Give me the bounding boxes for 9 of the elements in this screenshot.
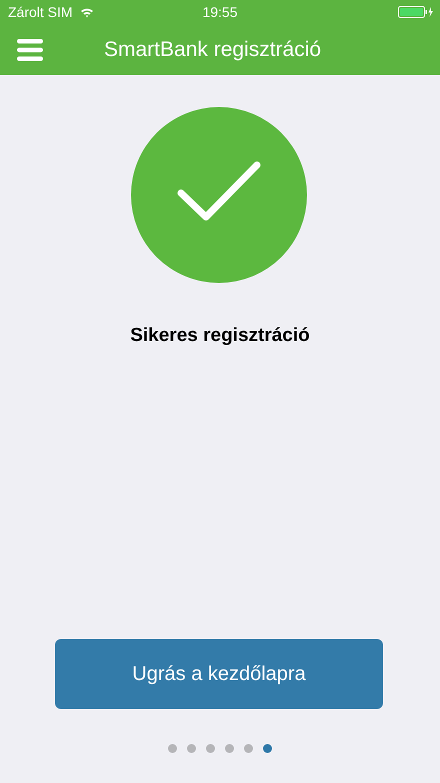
battery-icon	[398, 6, 434, 18]
clock: 19:55	[201, 4, 239, 20]
success-check-icon	[131, 107, 307, 283]
menu-icon[interactable]	[17, 38, 43, 60]
home-button[interactable]: Ugrás a kezdőlapra	[55, 639, 383, 709]
carrier: Zárolt SIM	[8, 4, 73, 20]
success-message: Sikeres regisztráció	[130, 325, 310, 347]
wifi-icon	[80, 6, 94, 18]
screen-title: SmartBank regisztráció	[104, 38, 322, 62]
